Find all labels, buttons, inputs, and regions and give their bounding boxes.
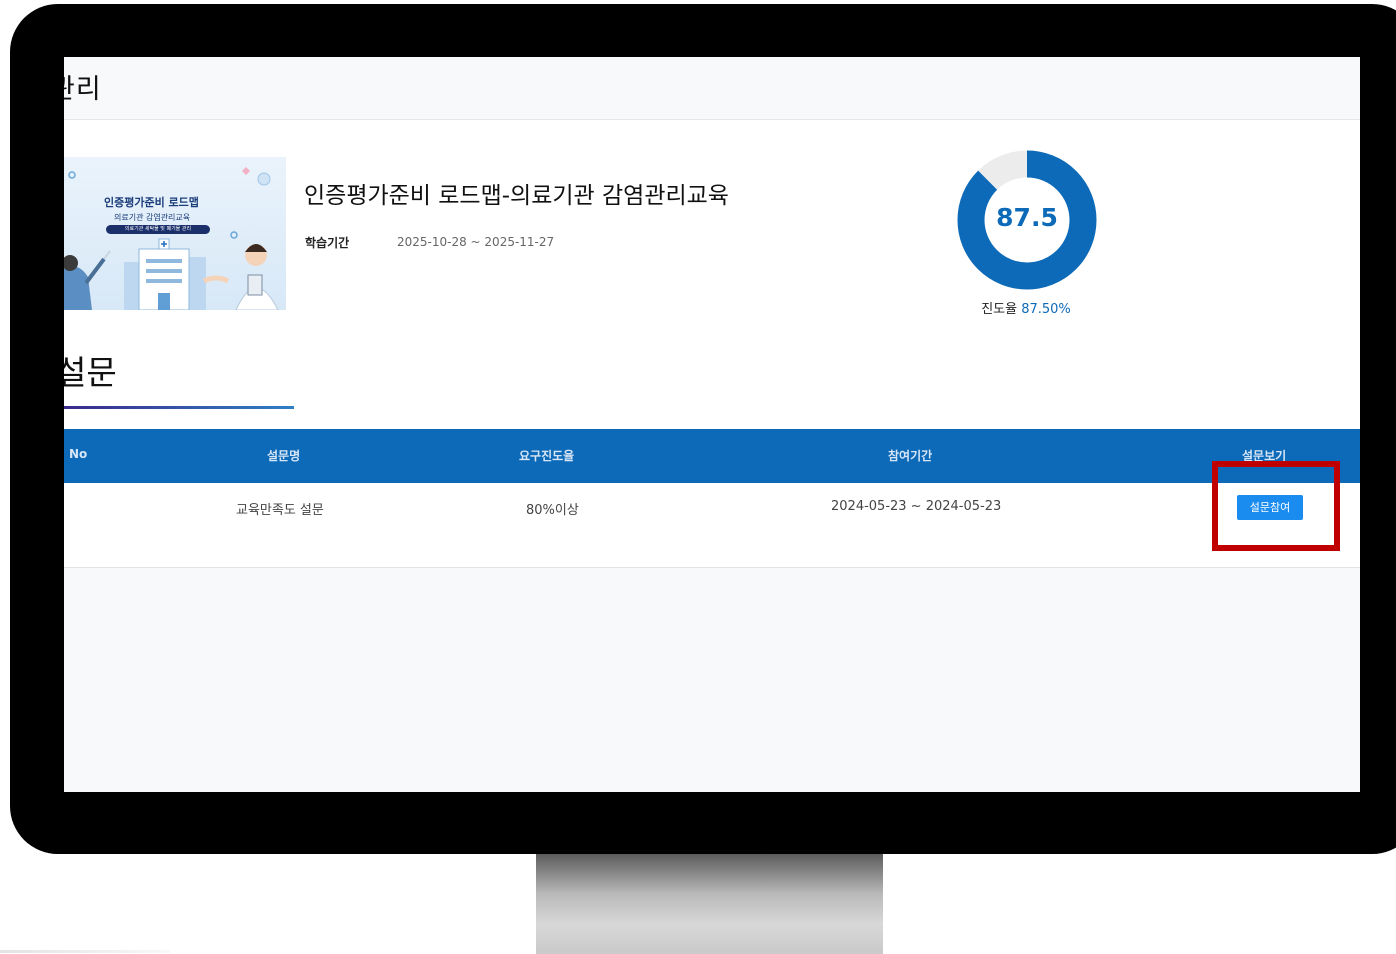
highlight-box — [1212, 461, 1340, 551]
progress-caption-value: 87.50% — [1021, 302, 1071, 317]
screen: 관리 — [64, 57, 1360, 792]
section-underline — [64, 406, 294, 409]
progress-caption-label: 진도율 — [981, 302, 1018, 317]
floor-shadow — [0, 950, 170, 953]
row-required-progress: 80%이상 — [526, 503, 579, 518]
section-title: 설문 — [64, 353, 117, 392]
monitor-stand — [536, 854, 883, 954]
thumbnail-pill: 의료기관 세탁물 및 폐기물 관리 — [106, 225, 210, 234]
row-survey-name: 교육만족도 설문 — [236, 503, 324, 518]
study-period-label: 학습기간 — [305, 236, 350, 250]
column-header-no: No — [69, 447, 88, 461]
thumbnail-subtitle: 의료기관 감염관리교육 — [114, 213, 191, 222]
thumbnail-title: 인증평가준비 로드맵 — [104, 196, 199, 209]
page-title: 관리 — [64, 74, 102, 105]
course-content: 인증평가준비 로드맵 의료기관 감염관리교육 의료기관 세탁물 및 폐기물 관리… — [64, 120, 1360, 568]
progress-center-value: 87.5 — [996, 203, 1058, 232]
survey-table-header: No 설문명 요구진도율 참여기간 설문보기 — [64, 429, 1360, 483]
progress-donut: 87.5 — [955, 148, 1099, 292]
column-header-participation-period: 참여기간 — [888, 449, 933, 463]
study-period-value: 2025-10-28 ~ 2025-11-27 — [397, 235, 555, 249]
table-row: 교육만족도 설문 80%이상 2024-05-23 ~ 2024-05-23 설… — [64, 483, 1360, 566]
column-header-required-progress: 요구진도율 — [519, 449, 575, 463]
course-title: 인증평가준비 로드맵-의료기관 감염관리교육 — [304, 183, 729, 209]
page-header: 관리 — [64, 57, 1360, 120]
column-header-survey-name: 설문명 — [267, 449, 301, 463]
row-participation-period: 2024-05-23 ~ 2024-05-23 — [831, 499, 1002, 514]
course-thumbnail[interactable]: 인증평가준비 로드맵 의료기관 감염관리교육 의료기관 세탁물 및 폐기물 관리 — [64, 157, 286, 310]
progress-caption: 진도율 87.50% — [954, 298, 1098, 317]
